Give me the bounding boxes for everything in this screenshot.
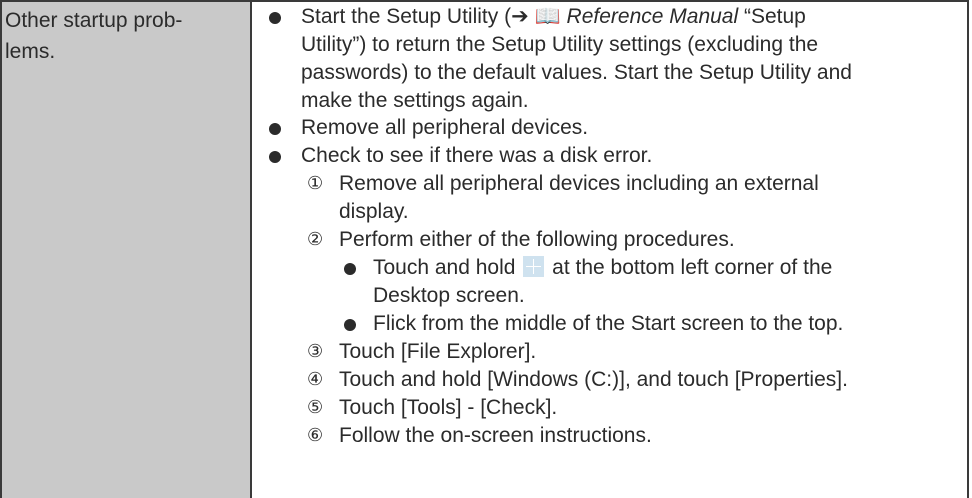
- step-number-2: ②: [307, 229, 324, 250]
- bullet-1-line-1: Start the Setup Utility (➔ 📖 Reference M…: [301, 4, 806, 28]
- step-2a-line-2: Desktop screen.: [373, 284, 525, 307]
- bullet-3: Check to see if there was a disk error.: [301, 144, 653, 167]
- step-number-6: ⑥: [307, 425, 324, 446]
- troubleshooting-table: Other startup prob- lems. Start the Setu…: [0, 0, 969, 498]
- arrow-icon: ➔: [511, 4, 529, 28]
- problem-line-2: lems.: [5, 40, 56, 63]
- step-4: Touch and hold [Windows (C:)], and touch…: [339, 368, 848, 391]
- book-reference-icon: 📖: [534, 4, 561, 28]
- step-number-3: ③: [307, 341, 324, 362]
- step-5: Touch [Tools] - [Check].: [339, 396, 558, 419]
- bullet-icon: [269, 123, 281, 135]
- step-1-line-2: display.: [339, 200, 409, 223]
- step-number-5: ⑤: [307, 397, 324, 418]
- step-1-line-1: Remove all peripheral devices including …: [339, 172, 819, 195]
- step-2-line-1: Perform either of the following procedur…: [339, 228, 735, 251]
- step-number-4: ④: [307, 369, 324, 390]
- bullet-icon: [344, 319, 356, 331]
- windows-start-icon: [523, 256, 545, 277]
- bullet-1-line-2: Utility”) to return the Setup Utility se…: [301, 33, 819, 56]
- bullet-1-line-3: passwords) to the default values. Start …: [301, 61, 852, 84]
- problem-cell: Other startup prob- lems.: [2, 2, 252, 498]
- step-2a-line-1: Touch and hold at the bottom left corner…: [373, 256, 833, 279]
- bullet-2: Remove all peripheral devices.: [301, 116, 589, 139]
- solution-cell: Start the Setup Utility (➔ 📖 Reference M…: [252, 2, 967, 498]
- step-3: Touch [File Explorer].: [339, 340, 537, 363]
- step-6: Follow the on-screen instructions.: [339, 424, 652, 447]
- step-2b: Flick from the middle of the Start scree…: [373, 312, 844, 335]
- bullet-icon: [269, 12, 281, 24]
- step-number-1: ①: [307, 173, 324, 194]
- bullet-icon: [269, 151, 281, 163]
- bullet-icon: [344, 263, 356, 275]
- bullet-1-line-4: make the settings again.: [301, 89, 529, 112]
- problem-line-1: Other startup prob-: [5, 9, 183, 32]
- reference-manual-link: Reference Manual: [566, 5, 739, 28]
